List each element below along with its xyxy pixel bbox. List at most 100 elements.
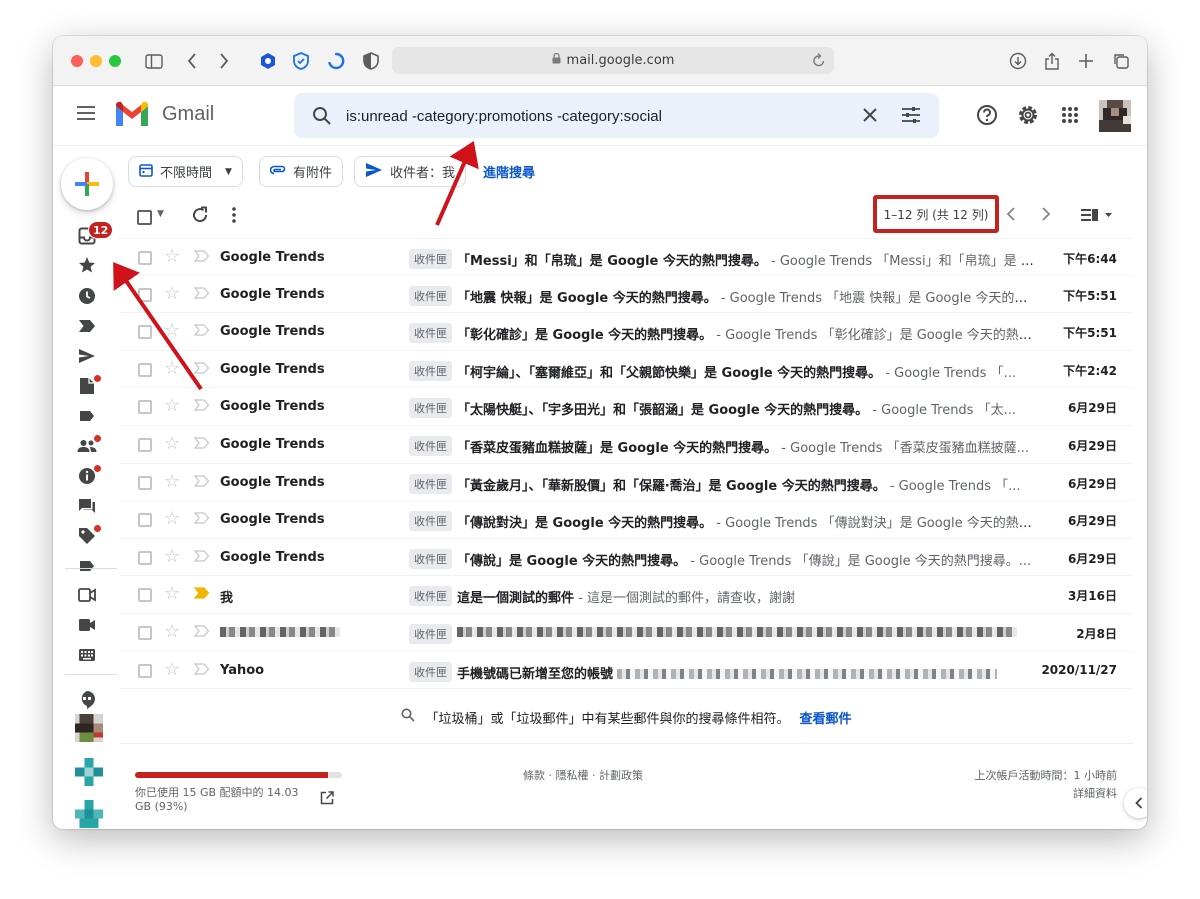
mail-checkbox[interactable]	[138, 625, 152, 640]
hangouts-icon[interactable]	[77, 690, 97, 710]
gmail-logo[interactable]	[114, 101, 150, 132]
help-icon[interactable]	[975, 103, 999, 127]
importance-marker-icon[interactable]	[193, 362, 210, 378]
split-pane-toggle-icon[interactable]	[1081, 207, 1113, 226]
mail-checkbox[interactable]	[138, 513, 152, 528]
star-icon[interactable]: ☆	[164, 284, 180, 303]
mail-row[interactable]: ☆ Google Trends 收件匣 「太陽快艇」、「宇多田光」和「張韶涵」是…	[120, 388, 1133, 426]
star-icon[interactable]: ☆	[164, 397, 180, 415]
keyboard-icon[interactable]	[77, 645, 97, 665]
mail-row[interactable]: ☆ Google Trends 收件匣 「香菜皮蛋豬血糕披薩」是 Google …	[120, 426, 1133, 464]
compose-button[interactable]	[61, 158, 113, 210]
refresh-icon[interactable]	[191, 206, 209, 228]
apps-grid-icon[interactable]	[1058, 103, 1082, 127]
importance-marker-icon[interactable]	[193, 587, 210, 603]
star-icon[interactable]: ☆	[164, 248, 180, 266]
mail-checkbox[interactable]	[138, 437, 152, 452]
attachment-filter-chip[interactable]: 有附件	[259, 156, 344, 187]
select-all-checkbox[interactable]	[137, 210, 152, 225]
time-filter-chip[interactable]: 不限時間 ▼	[128, 156, 243, 187]
contact-avatar-1[interactable]	[75, 714, 103, 742]
account-avatar[interactable]	[1099, 100, 1131, 132]
label-icon[interactable]	[77, 406, 97, 426]
importance-marker-icon[interactable]	[193, 286, 210, 303]
mail-row[interactable]: ☆ 我 收件匣 這是一個測試的郵件 - 這是一個測試的郵件，請查收，謝謝 3月1…	[120, 576, 1133, 614]
new-meeting-icon[interactable]	[77, 585, 97, 605]
reload-icon[interactable]	[812, 52, 826, 72]
settings-gear-icon[interactable]	[1016, 103, 1040, 127]
important-icon[interactable]	[77, 316, 97, 336]
minimize-window-button[interactable]	[90, 55, 102, 67]
star-icon[interactable]: ☆	[164, 322, 180, 340]
star-icon[interactable]: ☆	[164, 434, 180, 453]
mail-checkbox[interactable]	[138, 475, 152, 490]
forums-icon[interactable]	[77, 496, 97, 516]
mail-checkbox[interactable]	[138, 287, 152, 302]
share-icon[interactable]	[1041, 50, 1063, 72]
address-bar[interactable]: mail.google.com	[392, 47, 834, 74]
importance-marker-icon[interactable]	[193, 437, 210, 453]
importance-marker-icon[interactable]	[193, 662, 210, 679]
open-storage-icon[interactable]	[320, 790, 334, 809]
mail-checkbox[interactable]	[138, 400, 152, 415]
mail-row[interactable]: ☆ Google Trends 收件匣 「地震 快報」是 Google 今天的熱…	[120, 276, 1133, 314]
new-tab-icon[interactable]	[1075, 50, 1097, 72]
footer-policy-links[interactable]: 條款 · 隱私權 · 計劃政策	[523, 767, 643, 783]
mail-row[interactable]: ☆ Google Trends 收件匣 「傳說對決」是 Google 今天的熱門…	[120, 501, 1133, 539]
older-page-icon[interactable]	[1041, 206, 1051, 225]
snoozed-clock-icon[interactable]	[77, 286, 97, 306]
advanced-search-link[interactable]: 進階搜尋	[483, 162, 535, 181]
importance-marker-icon[interactable]	[193, 550, 210, 566]
star-icon[interactable]: ☆	[164, 510, 180, 528]
mail-checkbox[interactable]	[138, 251, 152, 265]
view-messages-link[interactable]: 查看郵件	[800, 708, 852, 727]
extension-spinner-icon[interactable]	[325, 50, 347, 72]
activity-details-link[interactable]: 詳細資料	[975, 785, 1117, 803]
mail-row[interactable]: ☆ Google Trends 收件匣 「黃金歲月」、「華新股價」和「保羅‧喬治…	[120, 464, 1133, 502]
newer-page-icon[interactable]	[1006, 206, 1016, 225]
more-options-icon[interactable]	[231, 206, 237, 228]
tab-overview-icon[interactable]	[1110, 50, 1132, 72]
contact-avatar-2[interactable]	[75, 758, 103, 786]
forward-icon[interactable]	[213, 50, 235, 72]
mail-checkbox[interactable]	[138, 663, 152, 678]
zoom-window-button[interactable]	[109, 55, 121, 67]
mail-row[interactable]: ☆ 收件匣 2月8日	[120, 614, 1133, 652]
star-icon[interactable]: ☆	[164, 472, 180, 491]
mail-row[interactable]: ☆ Yahoo 收件匣 手機號碼已新增至您的帳號 2020/11/27	[120, 652, 1133, 690]
mail-checkbox[interactable]	[138, 588, 152, 603]
star-icon[interactable]: ☆	[164, 547, 180, 566]
search-icon[interactable]	[312, 106, 332, 130]
importance-marker-icon[interactable]	[193, 324, 210, 340]
close-window-button[interactable]	[71, 55, 83, 67]
star-icon[interactable]: ☆	[164, 585, 180, 603]
star-icon[interactable]: ☆	[164, 660, 180, 679]
contact-avatar-3[interactable]	[75, 800, 103, 828]
clear-search-icon[interactable]	[861, 106, 879, 128]
downloads-icon[interactable]	[1007, 50, 1029, 72]
star-icon[interactable]: ☆	[164, 359, 180, 378]
mail-row[interactable]: ☆ Google Trends 收件匣 「傳說」是 Google 今天的熱門搜尋…	[120, 539, 1133, 577]
importance-marker-icon[interactable]	[193, 250, 210, 266]
search-input[interactable]	[346, 101, 846, 131]
label-2-icon[interactable]	[77, 556, 97, 576]
select-dropdown-icon[interactable]: ▼	[157, 209, 164, 219]
sidebar-toggle-icon[interactable]	[143, 50, 165, 72]
extension-shield-icon[interactable]	[290, 50, 312, 72]
starred-icon[interactable]	[77, 255, 97, 275]
importance-marker-icon[interactable]	[193, 625, 210, 641]
side-panel-toggle[interactable]	[1124, 788, 1147, 818]
importance-marker-icon[interactable]	[193, 474, 210, 491]
sent-icon[interactable]	[77, 346, 97, 366]
search-options-icon[interactable]	[901, 106, 921, 128]
mail-row[interactable]: ☆ Google Trends 收件匣 「Messi」和「帛琉」是 Google…	[120, 238, 1133, 276]
mail-row[interactable]: ☆ Google Trends 收件匣 「彰化確診」是 Google 今天的熱門…	[120, 313, 1133, 351]
mail-checkbox[interactable]	[138, 325, 152, 340]
mail-checkbox[interactable]	[138, 362, 152, 377]
join-meeting-video-icon[interactable]	[77, 615, 97, 635]
mail-checkbox[interactable]	[138, 550, 152, 565]
to-me-filter-chip[interactable]: 收件者：我	[354, 156, 467, 187]
mail-row[interactable]: ☆ Google Trends 收件匣 「柯宇綸」、「塞爾維亞」和「父親節快樂」…	[120, 351, 1133, 389]
main-menu-icon[interactable]	[77, 106, 95, 120]
star-icon[interactable]: ☆	[164, 622, 180, 641]
